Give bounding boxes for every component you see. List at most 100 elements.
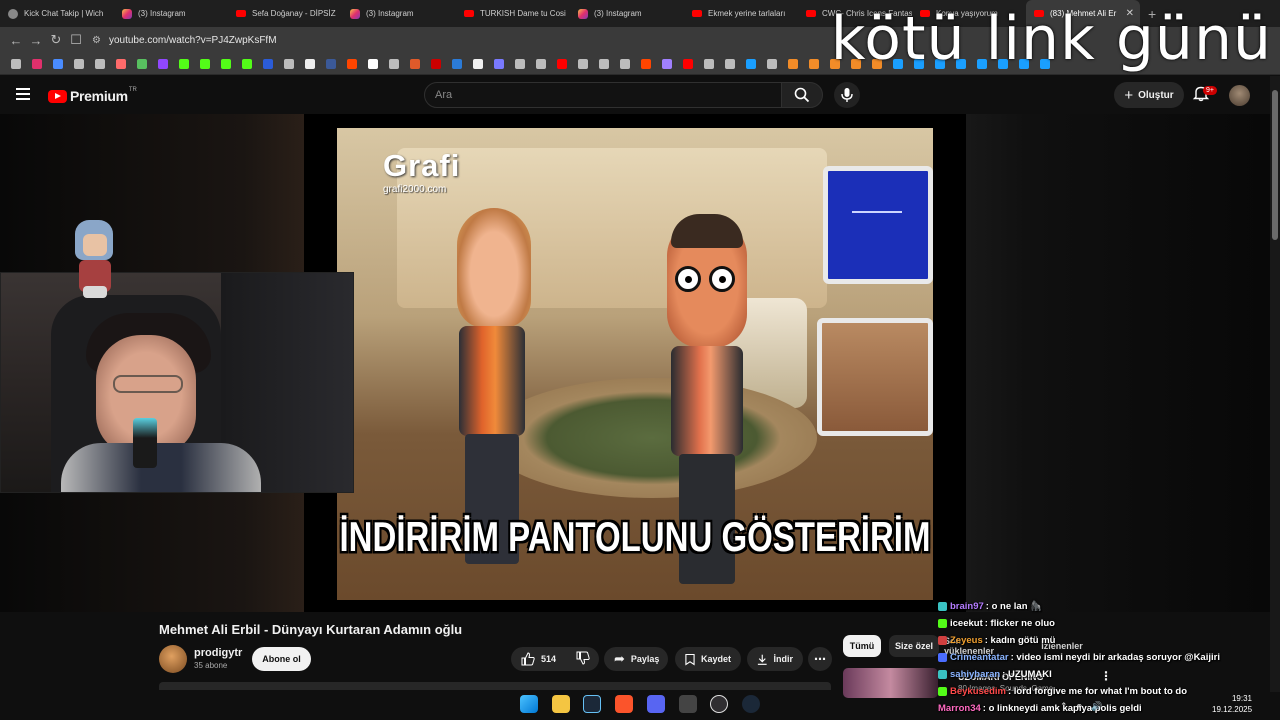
bookmark-favicon-icon[interactable] (491, 56, 506, 71)
bookmark-favicon-icon[interactable] (50, 56, 65, 71)
channel-avatar[interactable] (159, 645, 187, 673)
bookmark-favicon-icon[interactable] (785, 56, 800, 71)
search-button[interactable] (781, 82, 823, 108)
forward-icon[interactable]: → (26, 30, 46, 50)
youtube-icon (464, 10, 474, 17)
menu-icon[interactable] (16, 88, 30, 100)
chip-for-you[interactable]: Size özel (889, 635, 939, 657)
bookmark-favicon-icon[interactable] (575, 56, 590, 71)
bookmark-favicon-icon[interactable] (470, 56, 485, 71)
bookmark-favicon-icon[interactable] (197, 56, 212, 71)
browser-tab[interactable]: TURKISH Dame tu Cosi (456, 0, 570, 27)
bookmark-favicon-icon[interactable] (512, 56, 527, 71)
microphone-object (133, 418, 157, 468)
reload-icon[interactable]: ↻ (46, 30, 66, 50)
taskbar-apps (520, 692, 760, 716)
system-clock[interactable]: 19:31 19.12.2025 (1212, 693, 1252, 715)
subscribe-button[interactable]: Abone ol (252, 647, 311, 671)
network-icon[interactable]: ⚭ (1076, 701, 1084, 712)
bookmark-favicon-icon[interactable] (659, 56, 674, 71)
bookmark-favicon-icon[interactable] (134, 56, 149, 71)
like-dislike-group: 514 (511, 647, 599, 671)
bookmark-favicon-icon[interactable] (596, 56, 611, 71)
bookmark-favicon-icon[interactable] (155, 56, 170, 71)
bookmark-favicon-icon[interactable] (386, 56, 401, 71)
chip-all[interactable]: Tümü (843, 635, 881, 657)
bookmark-favicon-icon[interactable] (743, 56, 758, 71)
bookmark-favicon-icon[interactable] (239, 56, 254, 71)
bookmark-favicon-icon[interactable] (638, 56, 653, 71)
bookmark-favicon-icon[interactable] (281, 56, 296, 71)
bookmark-favicon-icon[interactable] (533, 56, 548, 71)
bookmark-favicon-icon[interactable] (260, 56, 275, 71)
plus-icon: + (1124, 86, 1134, 104)
browser-tab[interactable]: Kick Chat Takip | Wich (0, 0, 114, 27)
browser-tab[interactable]: Ekmek yerine tarlaları (684, 0, 798, 27)
back-icon[interactable]: ← (6, 30, 26, 50)
bookmark-favicon-icon[interactable] (218, 56, 233, 71)
chat-username: brain97 (950, 601, 984, 612)
bookmark-favicon-icon[interactable] (680, 56, 695, 71)
chevron-up-icon[interactable]: ⌃ (1060, 701, 1068, 712)
steam-icon[interactable] (583, 695, 602, 713)
bookmark-favicon-icon[interactable] (617, 56, 632, 71)
description-box[interactable] (159, 682, 831, 690)
volume-icon[interactable]: 🔊 (1091, 701, 1102, 712)
bookmark-favicon-icon[interactable] (554, 56, 569, 71)
browser-tab-label: (3) Instagram (138, 9, 186, 18)
search-icon (794, 87, 810, 103)
app-icon[interactable] (678, 695, 697, 713)
bookmark-favicon-icon[interactable] (92, 56, 107, 71)
browser-tab[interactable]: (3) Instagram (342, 0, 456, 27)
like-button[interactable]: 514 (521, 652, 556, 666)
bookmark-favicon-icon[interactable] (71, 56, 86, 71)
search-input[interactable]: Ara (424, 82, 782, 108)
save-button[interactable]: Kaydet (675, 647, 741, 671)
bookmark-favicon-icon[interactable] (323, 56, 338, 71)
share-button[interactable]: ➦ Paylaş (604, 647, 668, 671)
obs-icon[interactable] (710, 695, 729, 713)
brave-icon[interactable] (615, 695, 634, 713)
bookmark-favicon-icon[interactable] (113, 56, 128, 71)
channel-name[interactable]: prodigytr (194, 647, 242, 659)
bookmark-favicon-icon[interactable] (344, 56, 359, 71)
mascot-sprite (73, 220, 119, 298)
bookmark-favicon-icon[interactable] (428, 56, 443, 71)
steam-tray-icon[interactable] (741, 695, 760, 713)
chat-text: : UZUMAKI (1002, 669, 1052, 680)
bookmark-favicon-icon[interactable] (449, 56, 464, 71)
chat-badge-icon (938, 653, 947, 662)
bookmark-favicon-icon[interactable] (407, 56, 422, 71)
browser-tab[interactable]: Sefa Doğanay - DİPSİZ (228, 0, 342, 27)
page-scrollbar-thumb[interactable] (1272, 90, 1278, 240)
more-actions-button[interactable]: ⋯ (808, 647, 832, 671)
bookmark-favicon-icon[interactable] (302, 56, 317, 71)
download-button[interactable]: İndir (747, 647, 803, 671)
search-placeholder: Ara (435, 89, 453, 101)
browser-tab[interactable]: (3) Instagram (570, 0, 684, 27)
bookmark-favicon-icon[interactable] (29, 56, 44, 71)
bookmark-favicon-icon[interactable] (365, 56, 380, 71)
create-button[interactable]: + Oluştur (1114, 82, 1184, 108)
bookmark-favicon-icon[interactable] (8, 56, 23, 71)
account-avatar[interactable] (1229, 85, 1250, 106)
youtube-logo[interactable]: Premium TR (48, 87, 137, 104)
screen: Kick Chat Takip | Wich (3) Instagram Sefa … (0, 0, 1280, 720)
bookmark-favicon-icon[interactable] (701, 56, 716, 71)
dislike-button[interactable] (576, 651, 590, 667)
windows-start-icon[interactable] (520, 695, 538, 713)
video-frame[interactable]: Grafi grafi2000.com İNDİRİRİM PANTOLUNU … (304, 114, 966, 612)
bookmark-favicon-icon[interactable] (806, 56, 821, 71)
bookmark-favicon-icon[interactable] (176, 56, 191, 71)
related-video-thumbnail[interactable] (843, 668, 938, 698)
file-explorer-icon[interactable] (551, 695, 570, 713)
voice-search-button[interactable] (834, 82, 860, 108)
browser-tab[interactable]: (3) Instagram (114, 0, 228, 27)
bookmark-icon[interactable]: ☐ (66, 30, 86, 50)
bookmark-favicon-icon[interactable] (722, 56, 737, 71)
url-field[interactable]: ⚙ youtube.com/watch?v=PJ4ZwpKsFfM (92, 35, 277, 46)
site-info-icon[interactable]: ⚙ (92, 35, 101, 46)
discord-icon[interactable] (646, 695, 665, 713)
bookmark-favicon-icon[interactable] (764, 56, 779, 71)
youtube-play-icon (48, 89, 67, 103)
